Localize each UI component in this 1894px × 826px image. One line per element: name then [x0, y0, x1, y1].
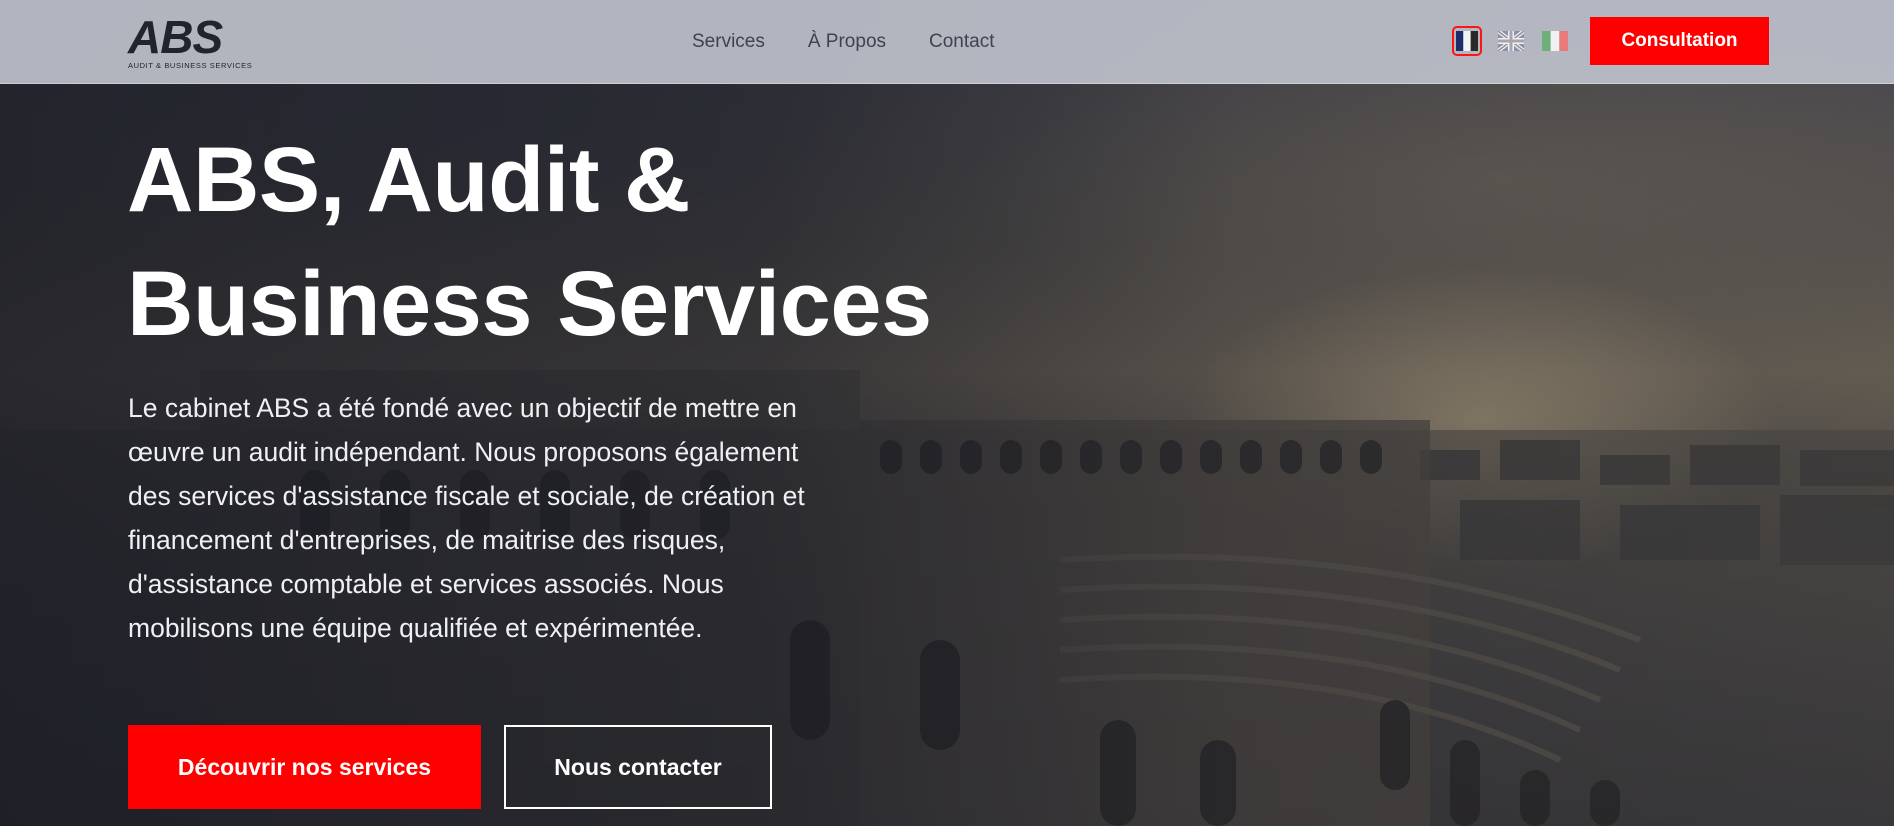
hero-description-line: Le cabinet ABS a été fondé avec un objec…	[128, 393, 797, 423]
hero-description-line: mobilisons une équipe qualifiée et expér…	[128, 613, 703, 643]
contact-us-button[interactable]: Nous contacter	[504, 725, 772, 809]
consultation-button[interactable]: Consultation	[1590, 17, 1769, 65]
hero-description-line: d'assistance comptable et services assoc…	[128, 569, 724, 599]
nav-link-contact[interactable]: Contact	[929, 31, 994, 53]
main-nav: Services À Propos Contact	[692, 0, 995, 84]
language-switcher	[1452, 26, 1570, 56]
discover-services-button[interactable]: Découvrir nos services	[128, 725, 481, 809]
logo-subtitle: AUDIT & BUSINESS SERVICES	[128, 61, 253, 70]
hero-description-line: financement d'entreprises, de maitrise d…	[128, 525, 726, 555]
abs-logo[interactable]: ABS AUDIT & BUSINESS SERVICES	[128, 11, 253, 70]
hero-title-line-2: Business Services	[127, 253, 932, 355]
hero-description: Le cabinet ABS a été fondé avec un objec…	[128, 386, 888, 650]
hero-description-line: œuvre un audit indépendant. Nous proposo…	[128, 437, 799, 467]
language-option-it[interactable]	[1540, 26, 1570, 56]
france-flag-icon	[1456, 31, 1478, 51]
hero-title-line-1: ABS, Audit &	[127, 129, 690, 231]
hero-description-line: des services d'assistance fiscale et soc…	[128, 481, 805, 511]
nav-link-services[interactable]: Services	[692, 31, 765, 53]
site-header: ABS AUDIT & BUSINESS SERVICES Services À…	[0, 0, 1894, 84]
language-option-fr[interactable]	[1452, 26, 1482, 56]
language-option-en[interactable]	[1496, 26, 1526, 56]
hero-title: ABS, Audit & Business Services	[127, 118, 1027, 366]
nav-link-a-propos[interactable]: À Propos	[808, 31, 886, 53]
italy-flag-icon	[1542, 31, 1568, 51]
logo-mark: ABS	[128, 11, 223, 63]
uk-flag-icon	[1498, 31, 1524, 51]
